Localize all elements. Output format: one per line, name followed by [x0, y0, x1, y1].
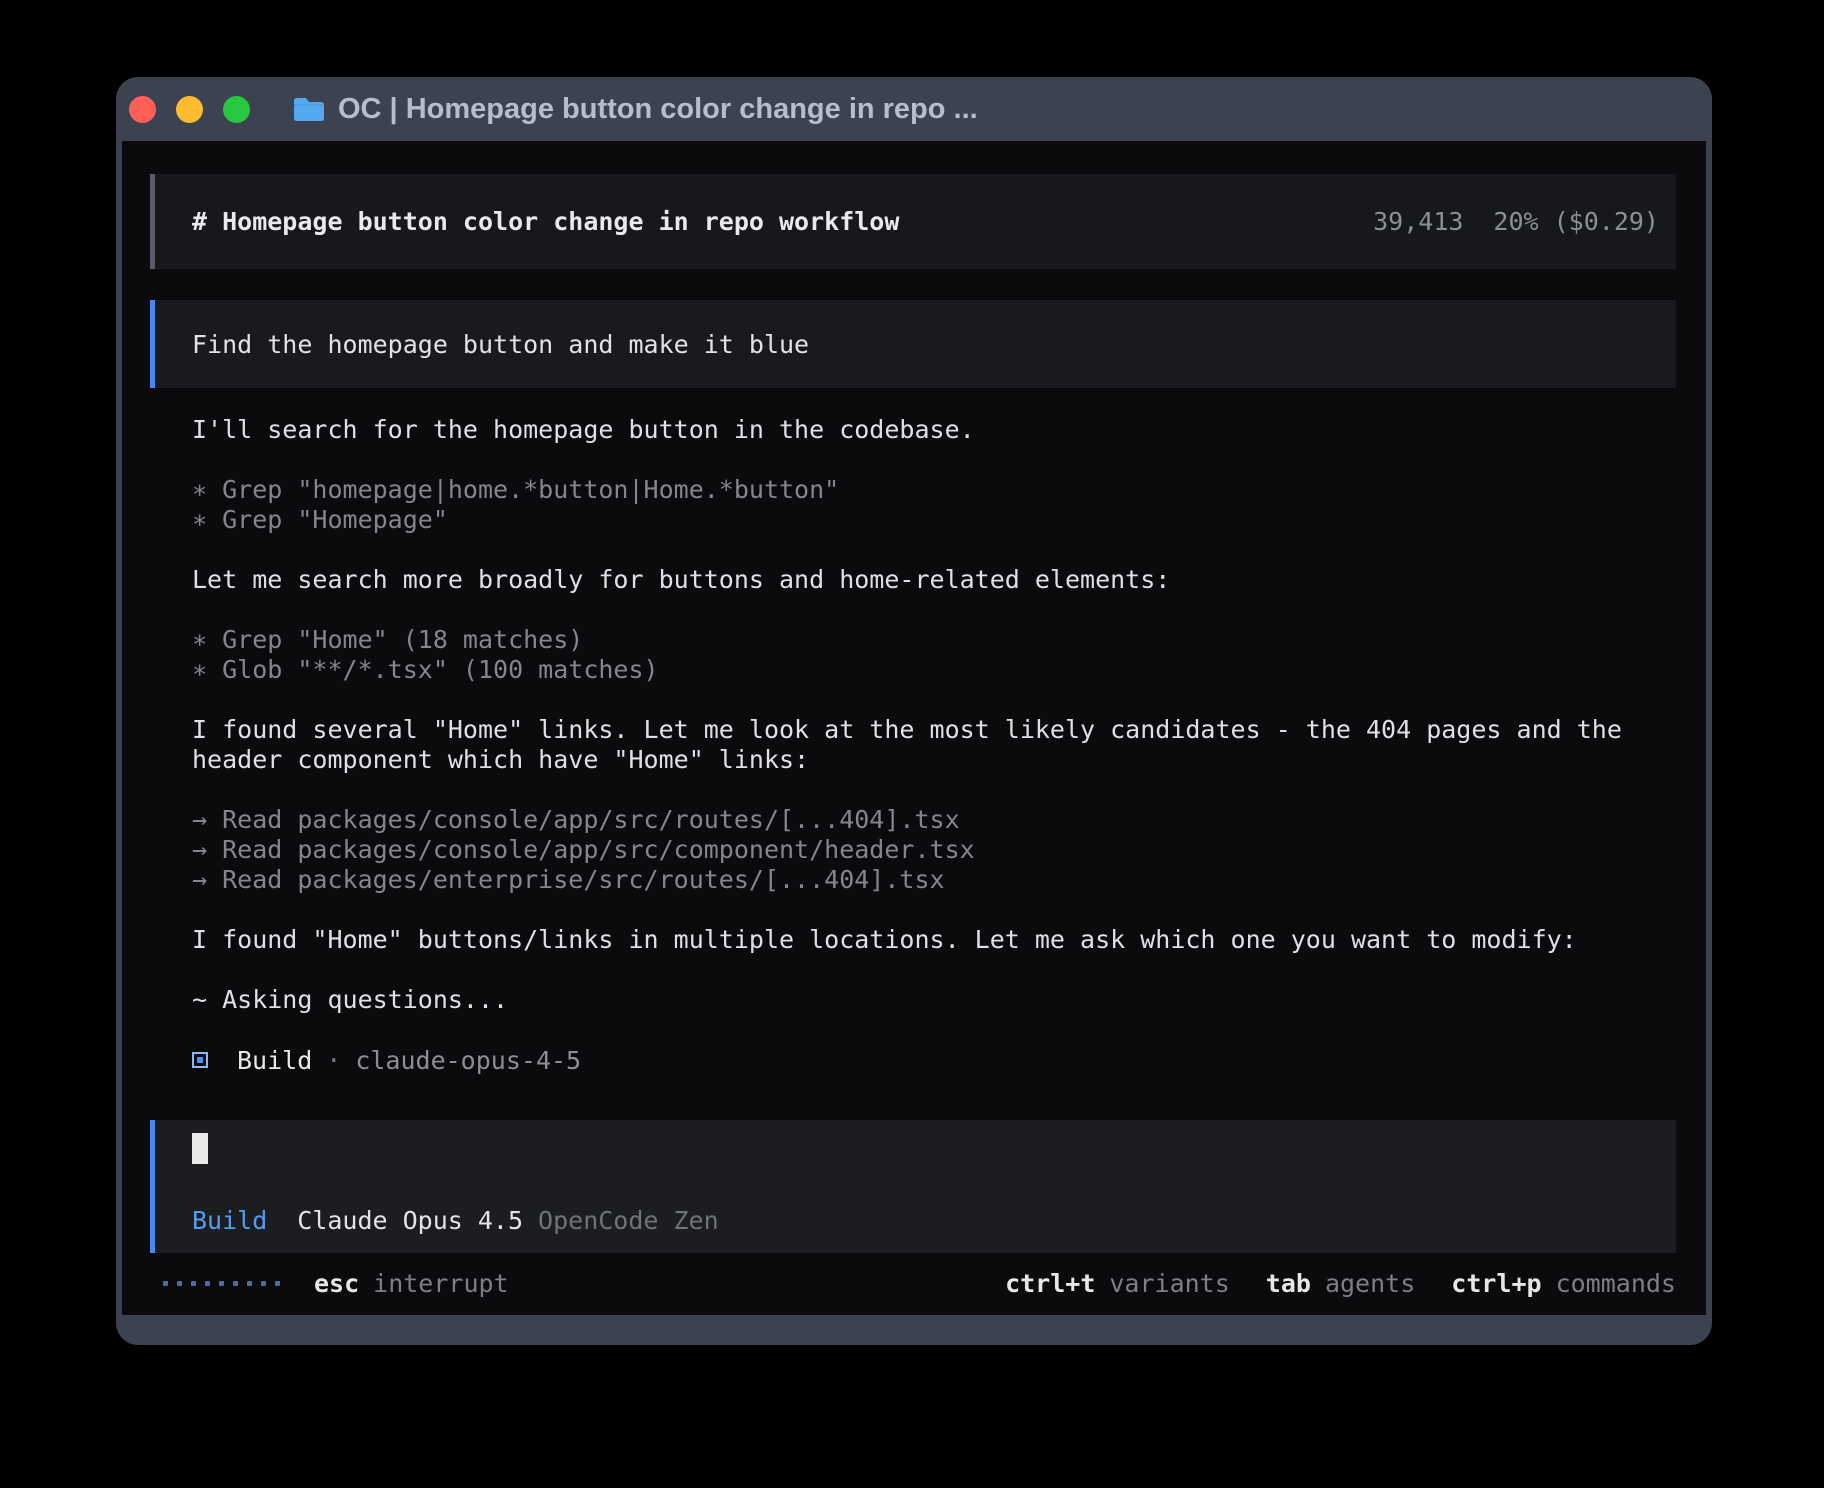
spinner-dot [247, 1281, 252, 1286]
shortcut-interrupt: esc interrupt [314, 1269, 509, 1298]
minimize-button[interactable] [176, 96, 203, 123]
shortcut-commands: ctrl+p commands [1451, 1269, 1676, 1298]
assistant-text: I found several "Home" links. Let me loo… [192, 715, 1676, 745]
model-name: claude-opus-4-5 [355, 1046, 581, 1075]
ctrl-p-key: ctrl+p [1451, 1269, 1541, 1298]
session-header: # Homepage button color change in repo w… [150, 174, 1676, 269]
spinner-dot [205, 1281, 210, 1286]
spinner-dot [191, 1281, 196, 1286]
blank-line [192, 535, 1676, 565]
folder-icon [292, 96, 326, 123]
window-title: OC | Homepage button color change in rep… [338, 93, 978, 126]
input-agent-mode[interactable]: Build [192, 1206, 267, 1236]
titlebar[interactable]: OC | Homepage button color change in rep… [116, 77, 1712, 141]
assistant-text: header component which have "Home" links… [192, 745, 1676, 775]
session-title: # Homepage button color change in repo w… [192, 207, 899, 236]
ctrl-t-key: ctrl+t [1005, 1269, 1095, 1298]
user-message-text: Find the homepage button and make it blu… [192, 330, 809, 359]
input-model[interactable]: Claude Opus 4.5 [297, 1206, 523, 1236]
tool-call-read: → Read packages/console/app/src/componen… [192, 835, 1676, 865]
session-stats: 39,413 20% ($0.29) [1373, 207, 1659, 236]
agents-label: agents [1325, 1269, 1415, 1298]
agent-name: Build [237, 1046, 312, 1075]
blank-line [192, 955, 1676, 985]
blank-line [192, 775, 1676, 805]
tool-call-glob: ∗ Glob "**/*.tsx" (100 matches) [192, 655, 1676, 685]
assistant-text: Let me search more broadly for buttons a… [192, 565, 1676, 595]
terminal-content: # Homepage button color change in repo w… [122, 141, 1706, 1315]
input-provider: OpenCode Zen [538, 1206, 719, 1236]
assistant-text: I found "Home" buttons/links in multiple… [192, 925, 1676, 955]
tool-call-grep: ∗ Grep "Homepage" [192, 505, 1676, 535]
input-status-line: Build Claude Opus 4.5 OpenCode Zen [192, 1206, 1676, 1236]
esc-label: interrupt [373, 1269, 508, 1298]
assistant-response: I'll search for the homepage button in t… [150, 415, 1676, 1075]
text-cursor [192, 1133, 208, 1164]
shortcut-group: ctrl+t variants tab agents ctrl+p comman… [1005, 1269, 1676, 1298]
blank-line [192, 685, 1676, 715]
blank-line [192, 895, 1676, 925]
prompt-input[interactable]: Build Claude Opus 4.5 OpenCode Zen [150, 1120, 1676, 1253]
tool-call-read: → Read packages/console/app/src/routes/[… [192, 805, 1676, 835]
maximize-button[interactable] [223, 96, 250, 123]
context-cost: 20% ($0.29) [1493, 207, 1659, 236]
status-bar: esc interrupt ctrl+t variants tab agents… [150, 1268, 1676, 1298]
tool-call-grep: ∗ Grep "homepage|home.*button|Home.*butt… [192, 475, 1676, 505]
shortcut-agents: tab agents [1266, 1269, 1415, 1298]
blank-line [192, 595, 1676, 625]
agent-icon-fill [197, 1057, 203, 1063]
user-message: Find the homepage button and make it blu… [150, 300, 1676, 388]
esc-key: esc [314, 1269, 359, 1298]
assistant-status-text: ~ Asking questions... [192, 985, 1676, 1015]
blank-line [192, 445, 1676, 475]
activity-spinner [163, 1281, 280, 1286]
shortcut-variants: ctrl+t variants [1005, 1269, 1230, 1298]
agent-status-line: Build · claude-opus-4-5 [192, 1045, 1676, 1075]
agent-icon [192, 1052, 208, 1068]
spinner-dot [233, 1281, 238, 1286]
desktop: OC | Homepage button color change in rep… [0, 0, 1824, 1488]
blank-line [192, 1015, 1676, 1045]
tab-key: tab [1266, 1269, 1311, 1298]
commands-label: commands [1556, 1269, 1676, 1298]
spinner-dot [177, 1281, 182, 1286]
spinner-dot [163, 1281, 168, 1286]
spinner-dot [261, 1281, 266, 1286]
assistant-text: I'll search for the homepage button in t… [192, 415, 1676, 445]
tool-call-read: → Read packages/enterprise/src/routes/[.… [192, 865, 1676, 895]
tool-call-grep: ∗ Grep "Home" (18 matches) [192, 625, 1676, 655]
token-count: 39,413 [1373, 207, 1463, 236]
spinner-dot [219, 1281, 224, 1286]
separator-dot: · [326, 1046, 341, 1075]
terminal-window: OC | Homepage button color change in rep… [116, 77, 1712, 1345]
spinner-dot [275, 1281, 280, 1286]
variants-label: variants [1109, 1269, 1229, 1298]
close-button[interactable] [129, 96, 156, 123]
